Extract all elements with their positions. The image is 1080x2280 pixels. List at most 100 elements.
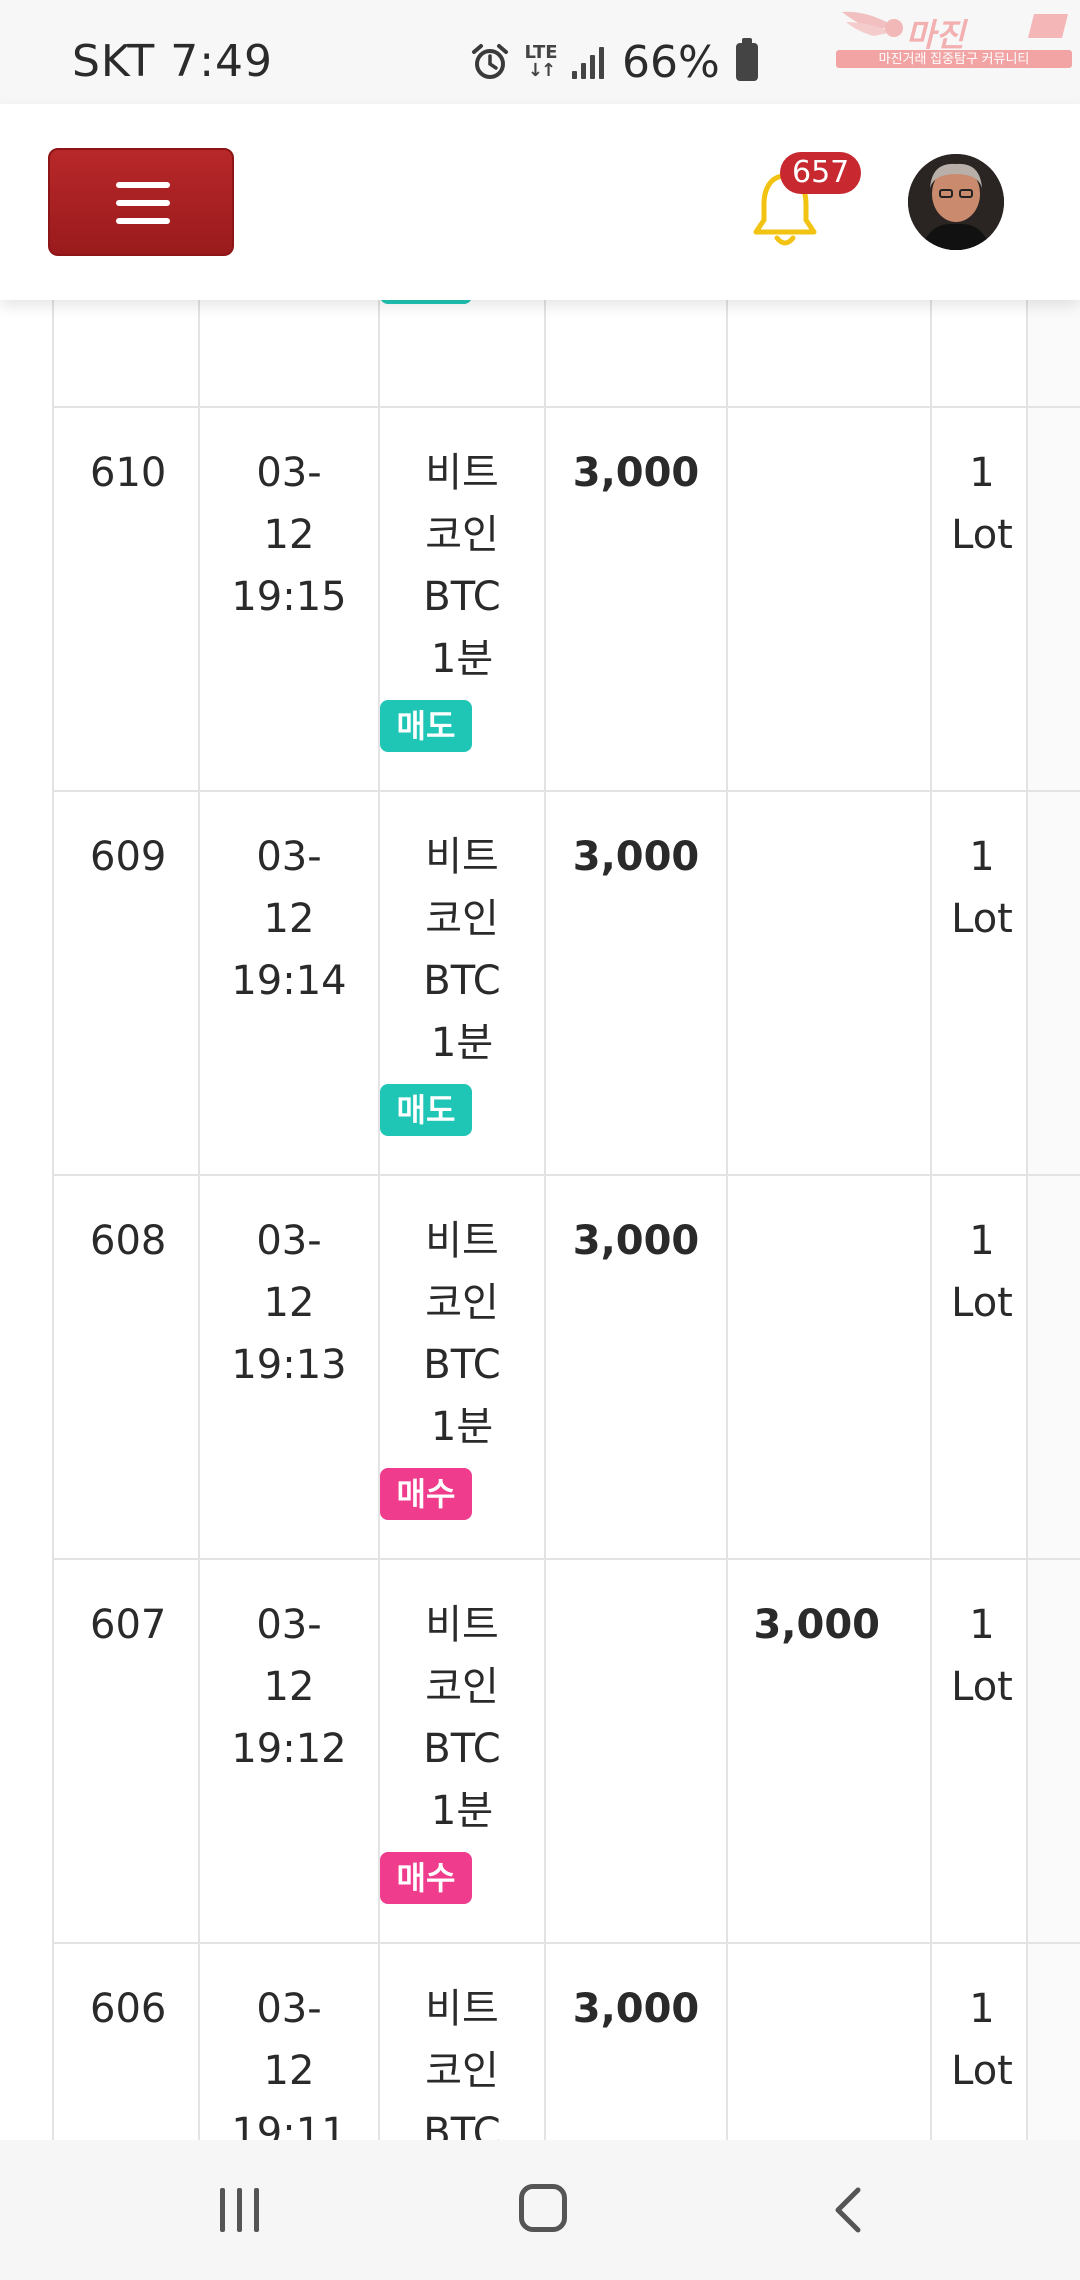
lot-unit: Lot: [951, 896, 1013, 942]
cell-item: 비트코인BTC1분: [378, 1942, 546, 2140]
lot-number: 1: [969, 834, 995, 880]
trade-history-table-area[interactable]: 매도61003- 1219:15비트코인BTC1분매도3,0001Lot6090…: [0, 300, 1080, 2140]
cell-profit: 3,000: [544, 1174, 728, 1560]
item-line: 1분: [430, 636, 494, 682]
cell-lot: [930, 300, 1028, 408]
cell-profit: 3,000: [544, 790, 728, 1176]
lot-unit: Lot: [951, 1664, 1013, 1710]
cell-id: 606: [52, 1942, 200, 2140]
status-icons: LTE ↓↑ 66%: [470, 34, 758, 90]
time-text: 19:14: [231, 958, 347, 1004]
cell-datetime: 03- 12 19:12: [198, 1558, 380, 1944]
cell-overflow: [1026, 406, 1080, 792]
cell-datetime: 03- 12 19:11: [198, 1942, 380, 2140]
app-header: 657: [0, 104, 1080, 300]
table-row[interactable]: 610 03- 12 19:15 비트 코인 BTC 1분 매도 3,000 1 Lot: [52, 406, 1080, 792]
date-text: 03- 12: [256, 1218, 322, 1326]
lte-icon: LTE ↓↑: [524, 44, 558, 80]
cell-id: 608: [52, 1174, 200, 1560]
item-line: BTC: [423, 574, 501, 620]
cell-lot: 1 Lot: [930, 1558, 1028, 1944]
recent-apps-icon[interactable]: [218, 2188, 262, 2232]
cell-overflow: [1026, 1558, 1080, 1944]
cell-lot: 1 Lot: [930, 1174, 1028, 1560]
date-text: 03- 12: [256, 450, 322, 558]
cell-overflow: [1026, 790, 1080, 1176]
trade-side-badge: 매도: [380, 700, 472, 752]
cell-overflow: [1026, 1174, 1080, 1560]
table-row[interactable]: 매도: [52, 300, 1080, 408]
lot-unit: Lot: [951, 1280, 1013, 1326]
lot-unit: Lot: [951, 2048, 1013, 2094]
alarm-icon: [472, 44, 508, 79]
trade-side-badge: 매수: [380, 1468, 472, 1520]
cell-item: 매도: [378, 300, 546, 408]
table-row[interactable]: 607 03- 12 19:12 비트코인 BTC 1분매수 3,000 1 Lot: [52, 1558, 1080, 1944]
battery-icon: [735, 38, 758, 81]
item-line: BTC: [423, 1342, 501, 1388]
notification-badge: 657: [780, 152, 862, 194]
table-row[interactable]: 609 03- 12 19:14 비트 코인 BTC 1분 매도 3,000 1 Lot: [52, 790, 1080, 1176]
back-icon[interactable]: [828, 2182, 868, 2238]
date-text: 03- 12: [256, 1602, 322, 1710]
item-line: 비트: [425, 1602, 499, 1648]
lot-number: 1: [969, 1218, 995, 1264]
cell-profit: 3,000: [544, 406, 728, 792]
cell-profit: 3,000: [544, 1942, 728, 2140]
cell-overflow: [1026, 1942, 1080, 2140]
table-body: 매도61003- 1219:15비트코인BTC1분매도3,0001Lot6090…: [52, 300, 1080, 2140]
time-text: 19:12: [231, 1726, 347, 1772]
cell-datetime: [198, 300, 380, 408]
navigation-bar: [0, 2140, 1080, 2280]
lot-number: 1: [969, 450, 995, 496]
cell-loss: 3,000: [726, 1558, 932, 1944]
item-line: BTC: [423, 1726, 501, 1772]
item-line: 코인: [425, 1280, 499, 1326]
item-line: 1분: [430, 1788, 494, 1834]
cell-id: 607: [52, 1558, 200, 1944]
trade-side-badge: 매수: [380, 1852, 472, 1904]
item-line: BTC: [423, 958, 501, 1004]
cell-id: 609: [52, 790, 200, 1176]
cell-item: 비트코인 BTC 1분매수: [378, 1558, 546, 1944]
item-line: 비트: [425, 834, 499, 880]
item-line: BTC: [423, 2110, 501, 2140]
cell-item: 비트 코인 BTC 1분 매도: [378, 406, 546, 792]
table-row[interactable]: 608 03- 12 19:13 비트코인 BTC 1분매수 3,000 1 Lot: [52, 1174, 1080, 1560]
cell-loss: [726, 790, 932, 1176]
item-line: 코인: [425, 2048, 499, 2094]
cell-id: 610: [52, 406, 200, 792]
screen: SKT 7:49 LTE ↓↑ 66% 마진 마진거래 집중탐구 커뮤니티 65…: [0, 0, 1080, 2280]
time-text: 19:13: [231, 1342, 347, 1388]
cell-lot: 1 Lot: [930, 1942, 1028, 2140]
status-bar: SKT 7:49 LTE ↓↑ 66% 마진 마진거래 집중탐구 커뮤니티: [0, 0, 1080, 104]
cell-datetime: 03- 12 19:15: [198, 406, 380, 792]
cell-lot: 1 Lot: [930, 406, 1028, 792]
cell-lot: 1 Lot: [930, 790, 1028, 1176]
carrier-time: SKT 7:49: [72, 36, 274, 87]
lot-number: 1: [969, 1602, 995, 1648]
cell-loss: [726, 1942, 932, 2140]
home-icon[interactable]: [519, 2184, 567, 2232]
table-row[interactable]: 60603- 1219:11비트코인BTC1분3,0001Lot: [52, 1942, 1080, 2140]
signal-icon: [572, 45, 608, 79]
lot-number: 1: [969, 1986, 995, 2032]
menu-button[interactable]: [48, 148, 234, 256]
cell-id: [52, 300, 200, 408]
avatar[interactable]: [908, 154, 1004, 250]
watermark-logo: 마진 마진거래 집중탐구 커뮤니티: [836, 8, 1072, 68]
cell-item: 비트 코인 BTC 1분 매도: [378, 790, 546, 1176]
cell-profit: [544, 300, 728, 408]
item-line: 비트: [425, 1218, 499, 1264]
cell-profit: [544, 1558, 728, 1944]
item-line: 1분: [430, 1404, 494, 1450]
cell-loss: [726, 1174, 932, 1560]
lte-arrows-icon: ↓↑: [527, 60, 556, 81]
watermark-subtitle: 마진거래 집중탐구 커뮤니티: [836, 50, 1072, 68]
cell-loss: [726, 300, 932, 408]
date-text: 03- 12: [256, 834, 322, 942]
trade-history-table: 매도61003- 1219:15비트코인BTC1분매도3,0001Lot6090…: [52, 300, 1080, 2140]
cell-datetime: 03- 12 19:14: [198, 790, 380, 1176]
item-line: 코인: [425, 1664, 499, 1710]
trade-side-badge: 매도: [380, 1084, 472, 1136]
